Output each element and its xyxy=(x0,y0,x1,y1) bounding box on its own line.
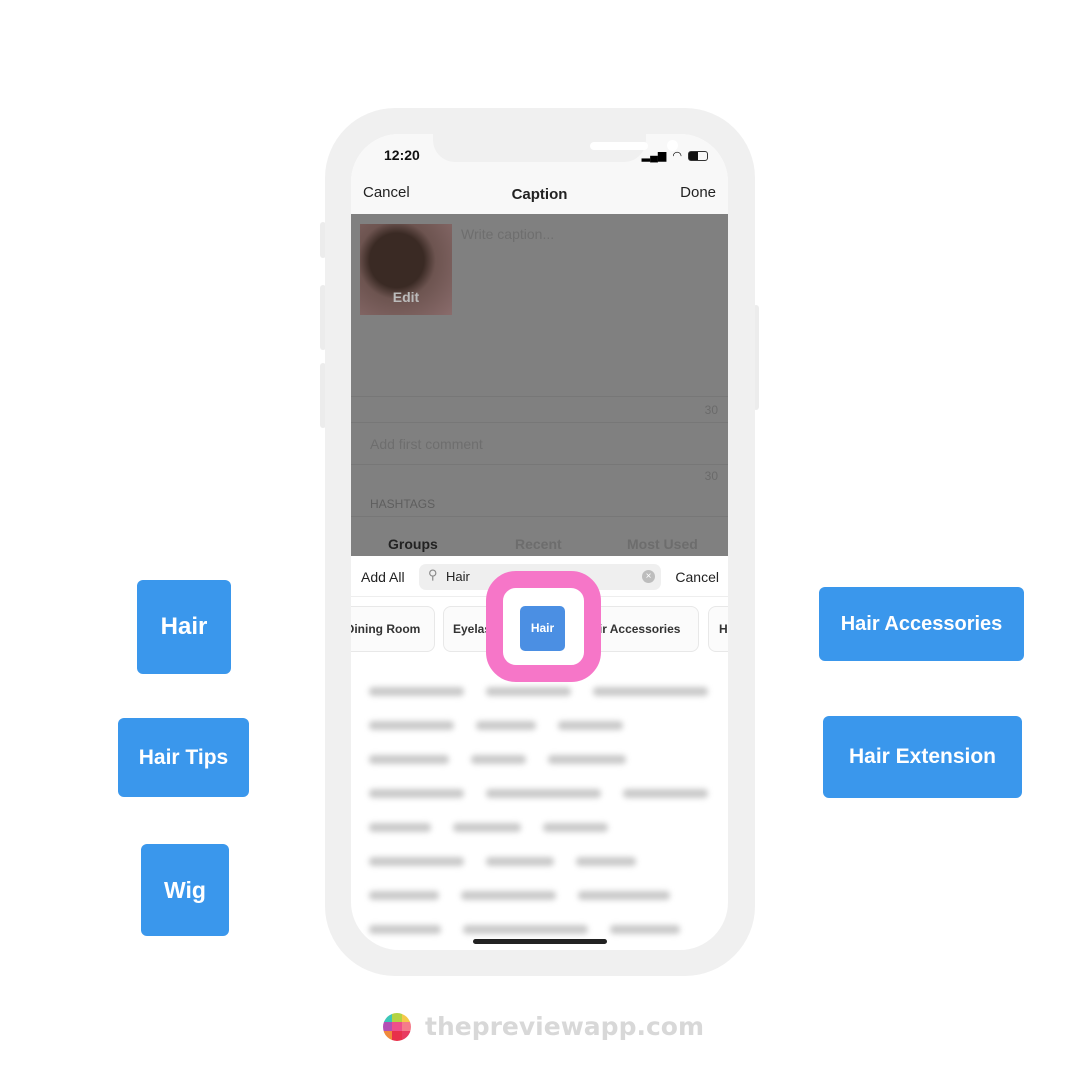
chip-hair-selected[interactable]: Hair xyxy=(520,606,565,651)
label-wig: Wig xyxy=(141,844,229,936)
status-time: 12:20 xyxy=(384,147,420,163)
dimmed-overlay: Edit Write caption... 30 Add first comme… xyxy=(351,214,728,556)
clear-icon[interactable]: × xyxy=(642,570,655,583)
preview-app-logo xyxy=(383,1012,411,1041)
nav-bar: Cancel Caption Done xyxy=(351,182,728,214)
search-icon: ⚲ xyxy=(428,567,438,582)
post-thumbnail[interactable]: Edit xyxy=(360,224,452,315)
caption-count: 30 xyxy=(704,403,718,417)
label-hair-extension: Hair Extension xyxy=(823,716,1022,798)
hashtags-label: HASHTAGS xyxy=(370,497,436,511)
edit-label: Edit xyxy=(392,289,420,305)
brand-url[interactable]: thepreviewapp.com xyxy=(425,1012,704,1041)
page-title: Caption xyxy=(511,186,568,203)
search-cancel-button[interactable]: Cancel xyxy=(675,569,719,585)
battery-icon xyxy=(688,150,708,161)
signal-icon: ▂▄▆ xyxy=(641,150,667,162)
phone-screen: 12:20 ▂▄▆ ◠ Cancel Caption Done Edit Wri… xyxy=(351,134,728,950)
label-hair: Hair xyxy=(137,580,231,674)
label-hair-accessories: Hair Accessories xyxy=(819,587,1024,661)
chip-more[interactable]: H xyxy=(708,606,728,652)
first-comment-input[interactable]: Add first comment xyxy=(370,436,483,452)
wifi-icon: ◠ xyxy=(672,150,682,162)
home-indicator xyxy=(473,939,607,944)
chip-dining-room[interactable]: Dining Room xyxy=(351,606,435,652)
notch xyxy=(433,134,678,162)
caption-input[interactable]: Write caption... xyxy=(461,226,554,242)
search-value: Hair xyxy=(446,569,470,584)
tab-recent[interactable]: Recent xyxy=(515,536,562,552)
comment-count: 30 xyxy=(704,469,718,483)
tab-groups[interactable]: Groups xyxy=(388,536,438,552)
label-hair-tips: Hair Tips xyxy=(118,718,249,797)
footer-brand: thepreviewapp.com xyxy=(383,1012,704,1041)
add-all-button[interactable]: Add All xyxy=(361,569,405,585)
hashtag-list-blurred xyxy=(369,674,718,950)
done-button[interactable]: Done xyxy=(680,184,716,201)
tab-most-used[interactable]: Most Used xyxy=(627,536,698,552)
